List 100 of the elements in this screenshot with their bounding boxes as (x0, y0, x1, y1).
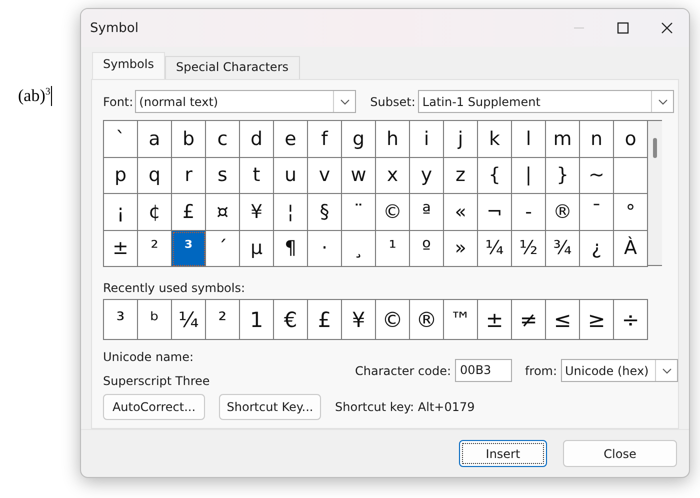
recent-symbol-cell[interactable]: ¥ (342, 300, 376, 340)
symbol-cell[interactable]: » (444, 230, 478, 267)
symbol-cell[interactable]: o (614, 121, 648, 158)
scrollbar[interactable] (648, 120, 662, 266)
symbol-cell[interactable]: d (240, 121, 274, 158)
symbol-cell[interactable]: j (444, 121, 478, 158)
window-title: Symbol (90, 20, 140, 36)
symbol-cell[interactable]: µ (240, 230, 274, 267)
symbol-cell[interactable]: x (376, 158, 410, 194)
recent-symbol-cell[interactable]: ™ (444, 300, 478, 340)
symbol-cell[interactable]: - (512, 194, 546, 230)
symbol-cell[interactable]: h (376, 121, 410, 158)
recent-symbol-cell[interactable]: ≤ (546, 300, 580, 340)
from-dropdown[interactable]: Unicode (hex) (561, 359, 678, 382)
subset-dropdown[interactable]: Latin-1 Supplement (418, 90, 674, 113)
recent-symbol-cell[interactable]: ³ (104, 300, 138, 340)
symbol-cell[interactable]: w (342, 158, 376, 194)
symbol-cell[interactable]: m (546, 121, 580, 158)
symbol-cell[interactable]: b (172, 121, 206, 158)
recent-symbol-cell[interactable]: ® (410, 300, 444, 340)
recent-symbol-cell[interactable]: ¼ (172, 300, 206, 340)
insert-button[interactable]: Insert (459, 440, 547, 467)
recent-symbol-cell[interactable]: € (274, 300, 308, 340)
symbol-cell[interactable]: ~ (580, 158, 614, 194)
shortcut-key-button[interactable]: Shortcut Key... (219, 394, 321, 420)
symbol-cell[interactable]: n (580, 121, 614, 158)
symbol-cell[interactable]: ¡ (104, 194, 138, 230)
symbol-cell[interactable]: } (546, 158, 580, 194)
symbol-cell[interactable]: ´ (206, 230, 240, 267)
symbol-cell[interactable]: ¸ (342, 230, 376, 267)
symbol-cell[interactable]: ± (104, 230, 138, 267)
symbol-cell[interactable]: ³ (172, 230, 206, 267)
symbol-cell[interactable]: e (274, 121, 308, 158)
symbol-cell[interactable]: ¥ (240, 194, 274, 230)
recent-symbol-cell[interactable]: ᵇ (138, 300, 172, 340)
symbol-cell[interactable]: © (376, 194, 410, 230)
symbol-cell[interactable]: q (138, 158, 172, 194)
symbol-cell[interactable]: u (274, 158, 308, 194)
symbol-cell[interactable]: ° (614, 194, 648, 230)
symbol-cell[interactable]: f (308, 121, 342, 158)
symbol-cell[interactable]: ¯ (580, 194, 614, 230)
recent-symbol-cell[interactable]: ² (206, 300, 240, 340)
symbol-cell[interactable]: { (478, 158, 512, 194)
text-cursor (51, 86, 52, 106)
character-code-label: Character code: (355, 364, 452, 378)
close-icon[interactable] (661, 22, 673, 34)
symbol-cell[interactable]: « (444, 194, 478, 230)
symbol-cell[interactable]: t (240, 158, 274, 194)
symbol-cell[interactable]: a (138, 121, 172, 158)
recent-symbol-cell[interactable]: ÷ (614, 300, 648, 340)
recent-symbol-cell[interactable]: © (376, 300, 410, 340)
recent-symbol-cell[interactable]: £ (308, 300, 342, 340)
from-label: from: (525, 364, 558, 378)
symbol-cell[interactable]: z (444, 158, 478, 194)
unicode-name: Superscript Three (103, 374, 211, 388)
symbol-cell[interactable]: | (512, 158, 546, 194)
symbol-cell[interactable]: ¼ (478, 230, 512, 267)
symbol-cell[interactable]: ¹ (376, 230, 410, 267)
symbol-cell[interactable]: ¤ (206, 194, 240, 230)
subset-label: Subset: (370, 94, 416, 108)
recent-symbol-cell[interactable]: ≠ (512, 300, 546, 340)
tab[interactable]: Symbols (92, 52, 165, 79)
symbol-cell[interactable]: ² (138, 230, 172, 267)
symbol-cell[interactable]: º (410, 230, 444, 267)
symbol-cell[interactable]: y (410, 158, 444, 194)
symbol-cell[interactable]: k (478, 121, 512, 158)
character-code-field[interactable]: 00B3 (455, 359, 512, 382)
symbol-cell[interactable]: c (206, 121, 240, 158)
symbol-cell[interactable]: ¶ (274, 230, 308, 267)
recent-symbol-cell[interactable]: ≥ (580, 300, 614, 340)
symbol-cell[interactable]: p (104, 158, 138, 194)
symbol-cell[interactable]: s (206, 158, 240, 194)
recent-symbol-cell[interactable]: 1 (240, 300, 274, 340)
symbol-cell[interactable]: ¿ (580, 230, 614, 267)
recent-symbols-label: Recently used symbols: (103, 281, 246, 295)
symbol-cell[interactable]: v (308, 158, 342, 194)
close-button[interactable]: Close (563, 440, 677, 467)
maximize-icon[interactable] (617, 22, 629, 34)
symbol-cell[interactable]: r (172, 158, 206, 194)
font-label: Font: (103, 94, 134, 108)
symbol-cell[interactable]: ª (410, 194, 444, 230)
symbol-cell[interactable]: £ (172, 194, 206, 230)
autocorrect-button[interactable]: AutoCorrect... (103, 394, 205, 420)
symbol-cell[interactable]: ¬ (478, 194, 512, 230)
symbol-cell[interactable]: À (614, 230, 648, 267)
tab[interactable]: Special Characters (164, 56, 300, 79)
symbol-cell[interactable]: ¨ (342, 194, 376, 230)
symbol-cell[interactable]: § (308, 194, 342, 230)
symbol-cell[interactable]: ½ (512, 230, 546, 267)
recent-symbol-cell[interactable]: ± (478, 300, 512, 340)
symbol-cell[interactable]: · (308, 230, 342, 267)
symbol-cell[interactable]: ¢ (138, 194, 172, 230)
symbol-cell[interactable]: ® (546, 194, 580, 230)
symbol-cell[interactable]: ` (104, 121, 138, 158)
symbol-cell[interactable]: g (342, 121, 376, 158)
symbol-cell[interactable]: i (410, 121, 444, 158)
symbol-cell[interactable]: ¦ (274, 194, 308, 230)
symbol-cell[interactable]: l (512, 121, 546, 158)
symbol-cell[interactable]: ¾ (546, 230, 580, 267)
font-dropdown[interactable]: (normal text) (135, 90, 356, 113)
